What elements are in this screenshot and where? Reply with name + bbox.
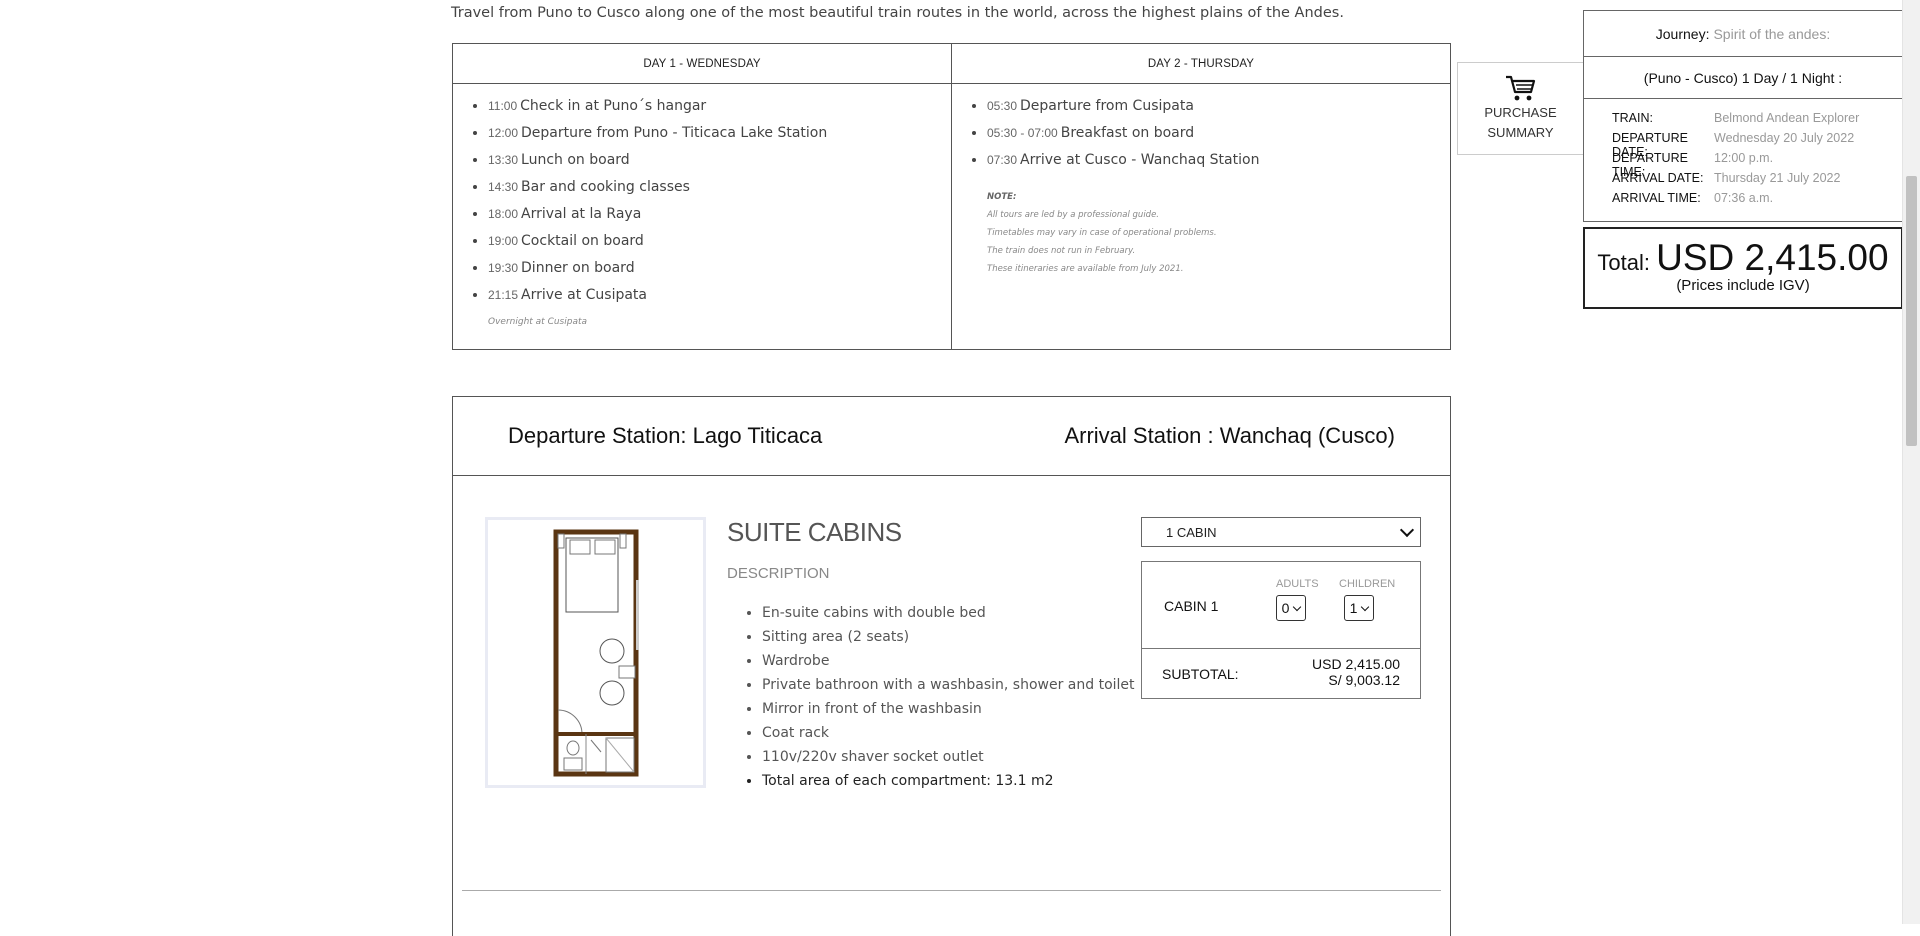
list-item: 12:00Departure from Puno - Titicaca Lake… [488,125,951,152]
list-item: Total area of each compartment: 13.1 m2 [762,773,1135,797]
day-1-list: 11:00Check in at Puno´s hangar 12:00Depa… [453,84,951,314]
chevron-down-icon [1399,522,1415,538]
list-item: 18:00Arrival at la Raya [488,206,951,233]
cabin-card: Departure Station: Lago Titicaca Arrival… [452,396,1451,936]
summary-row: ARRIVAL TIME: 07:36 a.m. [1612,191,1774,205]
summary-row: DEPARTURE TIME: 12:00 p.m. [1612,151,1774,179]
list-item: 110v/220v shaver socket outlet [762,749,1135,773]
itinerary-day-2: DAY 2 - THURSDAY 05:30Departure from Cus… [951,44,1450,349]
cabin-row: CABIN 1 ADULTS 0 CHILDREN 1 [1142,562,1420,649]
list-item: 21:15Arrive at Cusipata [488,287,951,314]
purchase-summary-button[interactable]: PURCHASE SUMMARY [1457,62,1584,155]
cart-icon [1505,75,1535,101]
note-line: These itineraries are available from Jul… [987,264,1184,274]
list-item: Wardrobe [762,653,1135,677]
list-item: 07:30Arrive at Cusco - Wanchaq Station [987,152,1450,179]
list-item: 11:00Check in at Puno´s hangar [488,98,951,125]
itinerary-day-1: DAY 1 - WEDNESDAY 11:00Check in at Puno´… [453,44,951,349]
departure-station: Departure Station: Lago Titicaca [508,423,823,448]
list-item: 14:30Bar and cooking classes [488,179,951,206]
list-item: 05:30Departure from Cusipata [987,98,1450,125]
overnight-note: Overnight at Cusipata [488,317,588,327]
itinerary-note: NOTE: All tours are led by a professiona… [987,188,1450,278]
arrival-station: Arrival Station : Wanchaq (Cusco) [1064,423,1395,448]
subtotal-pen: S/ 9,003.12 [1328,672,1400,688]
chevron-down-icon [1361,602,1370,611]
summary-journey: Journey: Spirit of the andes: [1584,11,1902,56]
summary-box: Journey: Spirit of the andes: (Puno - Cu… [1583,10,1903,222]
total-amount: USD 2,415.00 [1656,237,1889,278]
list-item: Sitting area (2 seats) [762,629,1135,653]
note-heading: NOTE: [987,192,1017,202]
purchase-summary-panel: Journey: Spirit of the andes: (Puno - Cu… [1583,10,1903,309]
scrollbar-thumb[interactable] [1906,176,1917,446]
list-item: En-suite cabins with double bed [762,605,1135,629]
summary-row: DEPARTURE DATE: Wednesday 20 July 2022 [1612,131,1855,159]
cabin-label: CABIN 1 [1164,598,1219,614]
adults-select[interactable]: 0 [1276,595,1306,621]
note-line: Timetables may vary in case of operation… [987,228,1217,238]
children-label: CHILDREN [1339,578,1396,590]
day-2-list: 05:30Departure from Cusipata 05:30 - 07:… [952,84,1450,179]
list-item: Coat rack [762,725,1135,749]
journey-value: Spirit of the andes: [1713,25,1831,42]
journey-label: Journey: [1655,25,1710,42]
summary-row: ARRIVAL DATE: Thursday 21 July 2022 [1612,171,1841,185]
section-divider [462,890,1441,891]
note-line: The train does not run in February. [987,246,1136,256]
purchase-label-line2: SUMMARY [1487,125,1554,140]
vertical-scrollbar[interactable] [1902,0,1920,924]
summary-details: TRAIN: Belmond Andean Explorer DEPARTURE … [1584,98,1902,221]
note-line: All tours are led by a professional guid… [987,210,1160,220]
adults-label: ADULTS [1276,578,1319,590]
cabin-title: SUITE CABINS [727,517,902,547]
list-item: 19:30Dinner on board [488,260,951,287]
stations-bar: Departure Station: Lago Titicaca Arrival… [453,397,1450,476]
summary-total: Total: USD 2,415.00 (Prices include IGV) [1583,227,1903,309]
list-item: 19:00Cocktail on board [488,233,951,260]
cabin-floorplan-image [485,517,706,788]
total-label: Total: [1597,250,1651,275]
subtotal-usd: USD 2,415.00 [1312,656,1400,672]
summary-route: (Puno - Cusco) 1 Day / 1 Night : [1584,56,1902,98]
list-item: 05:30 - 07:00Breakfast on board [987,125,1450,152]
cabin-features: En-suite cabins with double bed Sitting … [727,605,1135,797]
cabin-count-value: 1 CABIN [1166,524,1217,540]
list-item: 13:30Lunch on board [488,152,951,179]
summary-row: TRAIN: Belmond Andean Explorer [1612,111,1860,125]
chevron-down-icon [1293,602,1302,611]
day-1-header: DAY 1 - WEDNESDAY [453,44,951,84]
cabin-count-select[interactable]: 1 CABIN [1141,517,1421,547]
purchase-label-line1: PURCHASE [1484,105,1557,120]
intro-text: Travel from Puno to Cusco along one of t… [451,5,1344,21]
total-note: (Prices include IGV) [1676,277,1810,294]
list-item: Private bathroon with a washbasin, showe… [762,677,1135,701]
day-2-header: DAY 2 - THURSDAY [952,44,1450,84]
subtotal-label: SUBTOTAL: [1162,666,1239,682]
itinerary-table: DAY 1 - WEDNESDAY 11:00Check in at Puno´… [452,43,1451,350]
subtotal-row: SUBTOTAL: USD 2,415.00 S/ 9,003.12 [1142,649,1420,699]
cabin-booking-box: CABIN 1 ADULTS 0 CHILDREN 1 SUBTOTAL: US… [1141,561,1421,699]
list-item: Mirror in front of the washbasin [762,701,1135,725]
children-select[interactable]: 1 [1344,595,1374,621]
description-heading: DESCRIPTION [727,565,830,582]
subtotal-values: USD 2,415.00 S/ 9,003.12 [1312,656,1400,688]
